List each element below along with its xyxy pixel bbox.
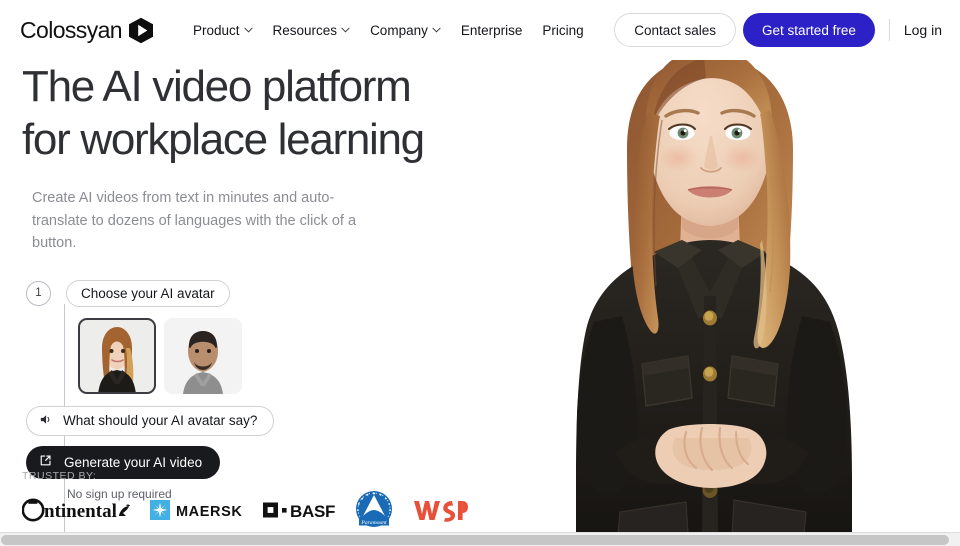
hero-subhead: Create AI videos from text in minutes an… [32, 187, 362, 253]
trusted-by-label: TRUSTED BY: [22, 470, 97, 482]
page-title: The AI video platform for workplace lear… [22, 60, 502, 166]
avatar-script-input[interactable]: What should your AI avatar say? [26, 405, 275, 436]
step-number-badge: 1 [26, 280, 51, 306]
choose-avatar-button[interactable]: Choose your AI avatar [66, 279, 230, 307]
avatar-option-female[interactable] [78, 317, 156, 394]
nav-link-label: Resources [272, 22, 338, 38]
contact-sales-button[interactable]: Contact sales [614, 13, 737, 47]
continental-logo: ntinental [22, 491, 133, 529]
svg-text:ntinental: ntinental [44, 501, 117, 522]
nav-link-pricing[interactable]: Pricing [542, 23, 583, 38]
avatar-options [78, 317, 326, 394]
nav-link-label: Enterprise [460, 22, 523, 38]
hero-avatar-image [490, 0, 960, 534]
step-1-row: 1 Choose your AI avatar [26, 279, 326, 307]
nav-actions: Contact sales Get started free Log in [614, 13, 942, 47]
log-in-link[interactable]: Log in [904, 22, 942, 38]
avatar-widget: 1 Choose your AI avatar What should your… [26, 279, 326, 546]
nav-link-enterprise[interactable]: Enterprise [461, 23, 523, 38]
wsp-logo [412, 491, 468, 529]
nav-link-label: Product [193, 22, 240, 38]
maersk-logo: MAERSK [150, 491, 246, 529]
page-root: Colossyan Product Resources Company Ente… [0, 0, 960, 546]
svg-text:BASF: BASF [290, 502, 335, 521]
scrollbar-thumb[interactable] [1, 535, 949, 545]
avatar-option-male[interactable] [164, 317, 242, 394]
svg-text:Paramount: Paramount [360, 520, 387, 526]
nav-link-product[interactable]: Product [193, 23, 253, 38]
speaker-icon [39, 413, 52, 429]
nav-links: Product Resources Company Enterprise Pri… [193, 23, 584, 38]
basf-logo: BASF [263, 491, 336, 529]
horizontal-scrollbar[interactable] [0, 532, 960, 546]
svg-text:MAERSK: MAERSK [176, 504, 242, 520]
nav-link-company[interactable]: Company [370, 23, 441, 38]
chevron-down-icon [243, 27, 253, 33]
trusted-by-logos: ntinental MAERSK BASF Paramount [22, 490, 492, 530]
brand-logo[interactable]: Colossyan [20, 17, 154, 44]
get-started-free-button[interactable]: Get started free [743, 13, 875, 47]
hexagon-play-icon [128, 17, 154, 44]
navbar: Colossyan Product Resources Company Ente… [0, 0, 960, 60]
headline-line-2: for workplace learning [22, 115, 425, 165]
avatar-script-label: What should your AI avatar say? [63, 413, 258, 429]
generate-video-label: Generate your AI video [64, 454, 203, 470]
nav-link-resources[interactable]: Resources [273, 23, 351, 38]
chevron-down-icon [341, 27, 350, 33]
nav-link-label: Pricing [542, 22, 584, 38]
trusted-by-section: TRUSTED BY: ntinental MAERSK BASF Paramo… [22, 470, 492, 530]
chevron-down-icon [432, 27, 441, 33]
nav-link-label: Company [370, 22, 428, 38]
nav-divider [888, 19, 890, 41]
brand-name: Colossyan [20, 16, 123, 43]
external-link-icon [39, 454, 52, 470]
paramount-logo: Paramount [353, 491, 395, 529]
headline-line-1: The AI video platform [22, 62, 412, 111]
hero-section: The AI video platform for workplace lear… [0, 60, 540, 546]
